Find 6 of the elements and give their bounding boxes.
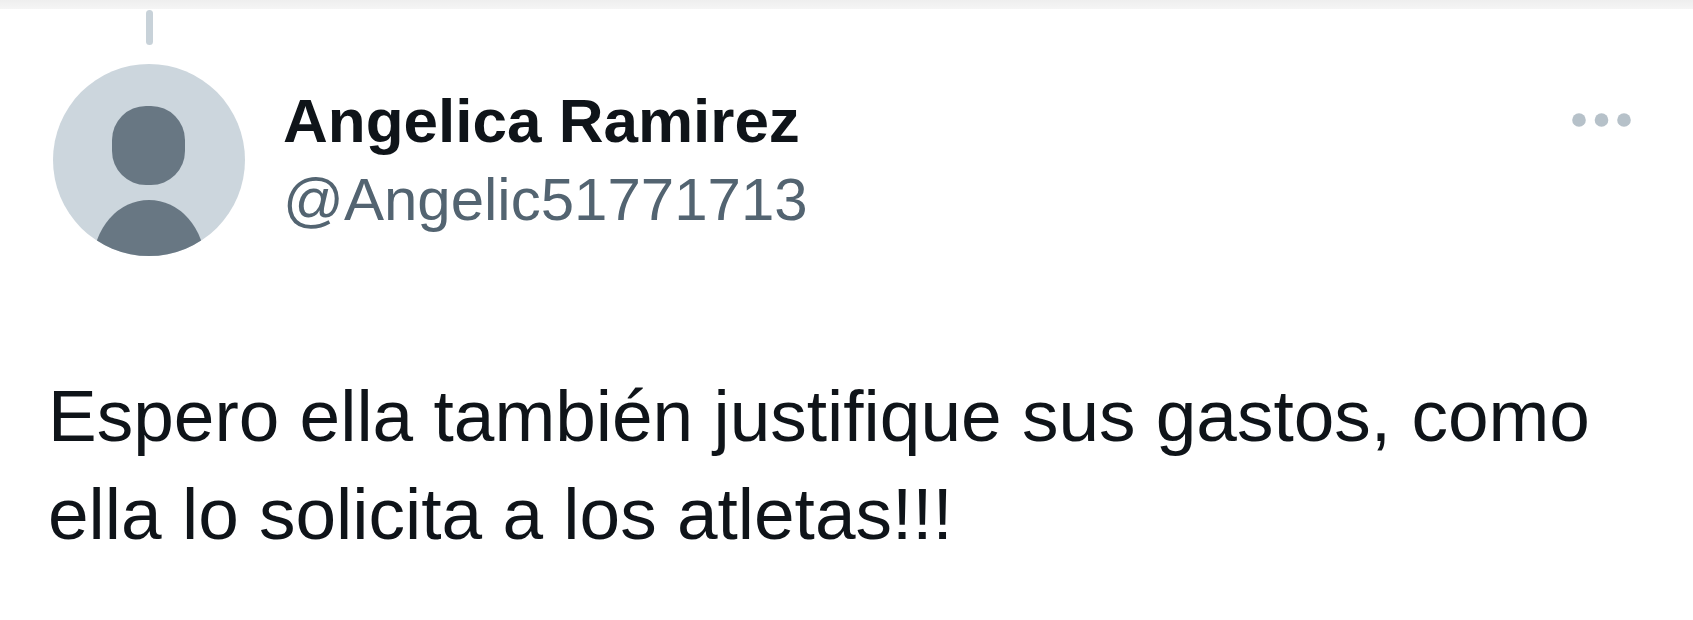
avatar-icon [53,64,245,256]
author-name[interactable]: Angelica Ramirez [283,85,808,157]
more-icon[interactable] [1572,113,1631,127]
author-handle[interactable]: @Angelic51771713 [283,165,808,235]
thread-line [145,10,153,45]
post-text: Espero ella también justifique sus gastos, como ella lo solicita a los atletas!!! [47,374,1591,556]
